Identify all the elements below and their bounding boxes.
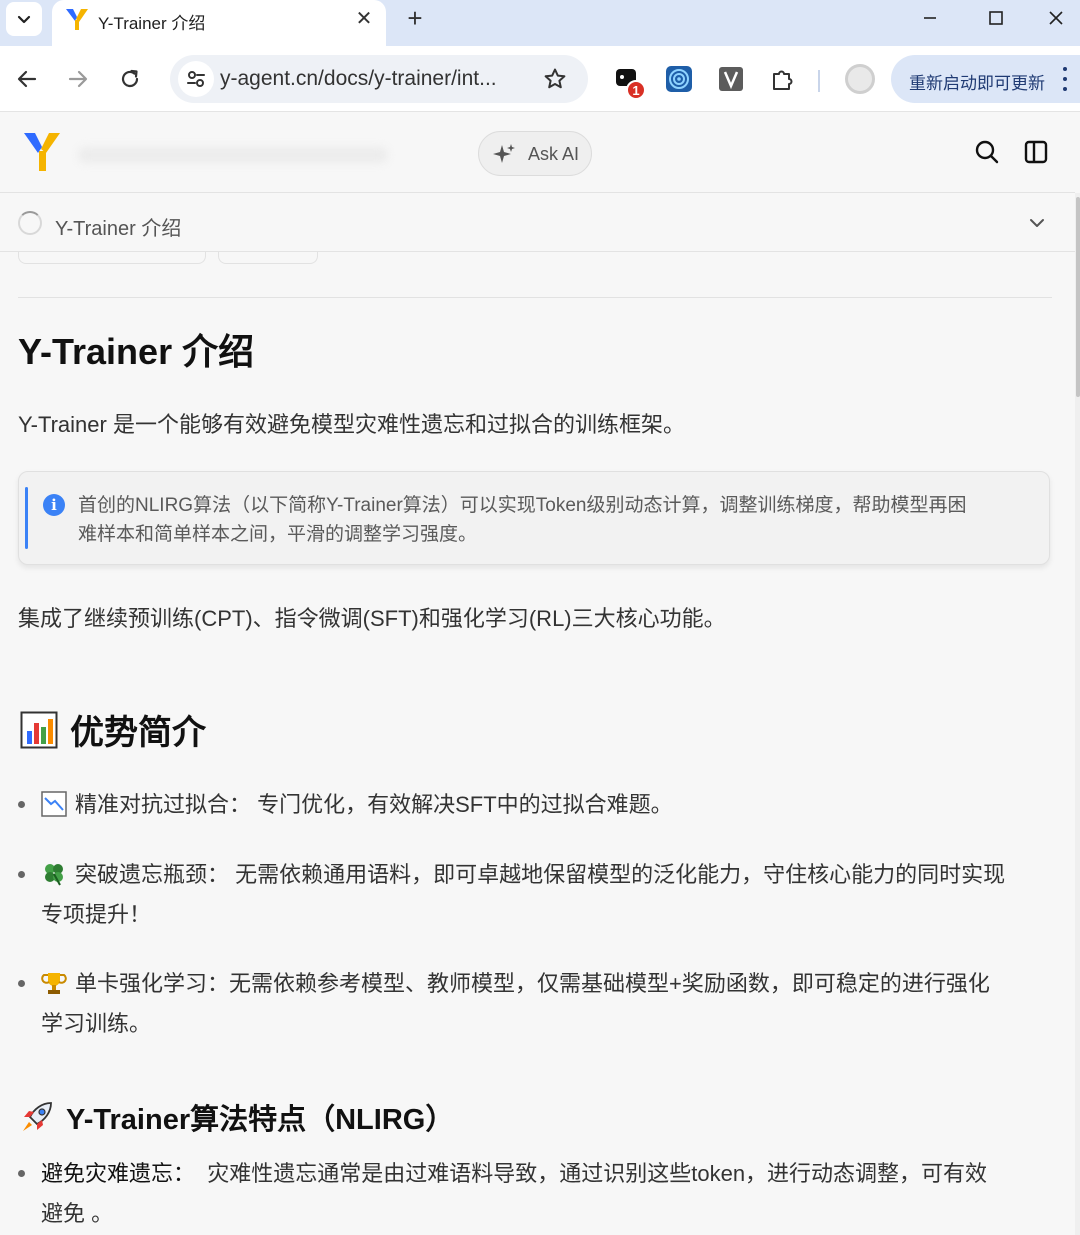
page-title: Y-Trainer 介绍 [18, 331, 255, 372]
callout-line: 难样本和简单样本之间，平滑的调整学习强度。 [78, 524, 478, 545]
bullet [18, 1170, 25, 1177]
bullet [18, 980, 25, 987]
algorithm-heading-text: Y-Trainer算法特点（NLIRG） [66, 1104, 455, 1136]
menu-kebab-icon[interactable] [1057, 65, 1073, 93]
profile-avatar[interactable] [845, 64, 875, 94]
clover-icon [45, 864, 63, 886]
close-tab-icon[interactable]: ✕ [352, 6, 376, 30]
trophy-icon [41, 973, 67, 994]
algo-text-cont: 避免 。 [41, 1201, 114, 1226]
toolbar-divider [818, 70, 820, 92]
ghost-tab [218, 252, 318, 264]
algo-term: 避免灾难遗忘： [41, 1161, 196, 1186]
url-text[interactable]: y-agent.cn/docs/y-trainer/int... [220, 67, 497, 91]
divider [18, 297, 1052, 298]
arrow-left-icon [17, 70, 37, 88]
new-tab-icon[interactable]: + [400, 3, 430, 33]
search-icon[interactable] [972, 137, 1002, 167]
algorithm-heading: Y-Trainer算法特点（NLIRG） [20, 1096, 454, 1138]
browser-toolbar: y-agent.cn/docs/y-trainer/int... 1 重新启动即… [0, 46, 1080, 112]
callout-line: 首创的NLIRG算法（以下简称Y-Trainer算法）可以实现Token级别动态… [78, 495, 967, 516]
bookmark-star-icon[interactable] [540, 64, 570, 94]
algo-text: 灾难性遗忘通常是由过难语料导致，通过识别这些token，进行动态调整，可有效 [195, 1161, 988, 1186]
forward-button[interactable] [61, 62, 95, 96]
advantages-heading: 优势简介 [20, 705, 206, 754]
close-window-icon[interactable] [1032, 0, 1080, 36]
arrow-right-icon [68, 70, 88, 88]
list-item: 单卡强化学习：无需依赖参考模型、教师模型，仅需基础模型+奖励函数，即可稳定的进行… [18, 964, 1054, 1044]
extension-badge: 1 [626, 80, 646, 100]
back-button[interactable] [10, 62, 44, 96]
tab-search-button[interactable] [6, 2, 42, 36]
breadcrumb-label: Y-Trainer 介绍 [55, 218, 182, 240]
tab-strip: Y-Trainer 介绍 ✕ + [0, 0, 1080, 46]
advantage-text: 单卡强化学习：无需依赖参考模型、教师模型，仅需基础模型+奖励函数，即可稳定的进行… [75, 971, 990, 996]
advantages-heading-text: 优势简介 [70, 714, 206, 752]
ask-ai-button[interactable]: Ask AI [478, 131, 592, 176]
active-tab[interactable]: Y-Trainer 介绍 ✕ [52, 0, 386, 46]
ask-ai-label: Ask AI [528, 144, 580, 164]
scrollbar-thumb[interactable] [1076, 197, 1080, 397]
chart-down-icon [41, 791, 67, 817]
update-button[interactable]: 重新启动即可更新 [891, 55, 1080, 103]
list-item: 避免灾难遗忘： 灾难性遗忘通常是由过难语料导致，通过识别这些token，进行动态… [18, 1154, 1054, 1234]
intro-paragraph: Y-Trainer 是一个能够有效避免模型灾难性遗忘和过拟合的训练框架。 [18, 412, 685, 437]
integration-paragraph: 集成了继续预训练(CPT)、指令微调(SFT)和强化学习(RL)三大核心功能。 [18, 606, 726, 631]
reload-button[interactable] [113, 62, 147, 96]
bullet [18, 871, 25, 878]
extensions-puzzle-icon[interactable] [768, 64, 798, 94]
bar-chart-icon [20, 711, 58, 749]
update-label: 重新启动即可更新 [909, 74, 1045, 93]
advantage-text: 突破遗忘瓶颈： 无需依赖通用语料，即可卓越地保留模型的泛化能力，守住核心能力的同… [75, 862, 1006, 887]
loading-spinner-icon [18, 211, 42, 235]
site-name-blurred [78, 147, 388, 163]
y-logo-icon[interactable] [22, 131, 62, 173]
advantage-text: 精准对抗过拟合： 专门优化，有效解决SFT中的过拟合难题。 [75, 792, 673, 817]
advantage-text-cont: 专项提升！ [41, 902, 152, 927]
docs-page: Ask AI Y-Trainer 介绍 Y-Trainer 介绍 Y-Train… [0, 113, 1080, 1235]
list-item: 突破遗忘瓶颈： 无需依赖通用语料，即可卓越地保留模型的泛化能力，守住核心能力的同… [18, 855, 1054, 935]
info-callout: i 首创的NLIRG算法（以下简称Y-Trainer算法）可以实现Token级别… [18, 471, 1050, 565]
advantage-text-cont: 学习训练。 [41, 1011, 152, 1036]
sparkle-icon [493, 144, 515, 163]
info-icon: i [43, 494, 65, 516]
reload-icon [121, 69, 139, 88]
sidebar-toggle-icon[interactable] [1021, 137, 1051, 167]
list-item: 精准对抗过拟合： 专门优化，有效解决SFT中的过拟合难题。 [18, 785, 1054, 825]
site-header: Ask AI [0, 113, 1075, 193]
y-logo-icon [66, 9, 88, 30]
bullet [18, 801, 25, 808]
callout-accent-bar [25, 487, 28, 549]
tab-title: Y-Trainer 介绍 [98, 14, 206, 33]
minimize-icon[interactable] [900, 0, 960, 36]
rocket-icon [23, 1102, 52, 1131]
chevron-down-icon [17, 15, 31, 24]
maximize-icon[interactable] [966, 0, 1026, 36]
chevron-down-icon[interactable] [1024, 210, 1050, 236]
site-info-button[interactable] [178, 61, 214, 97]
ghost-tab [18, 252, 206, 264]
callout-text: 首创的NLIRG算法（以下简称Y-Trainer算法）可以实现Token级别动态… [78, 491, 1038, 549]
address-bar[interactable]: y-agent.cn/docs/y-trainer/int... [170, 55, 588, 103]
extension-v-icon[interactable] [716, 64, 746, 94]
tune-icon [187, 71, 205, 87]
extension-target-icon[interactable] [664, 64, 694, 94]
page-breadcrumb[interactable]: Y-Trainer 介绍 [0, 194, 1075, 252]
